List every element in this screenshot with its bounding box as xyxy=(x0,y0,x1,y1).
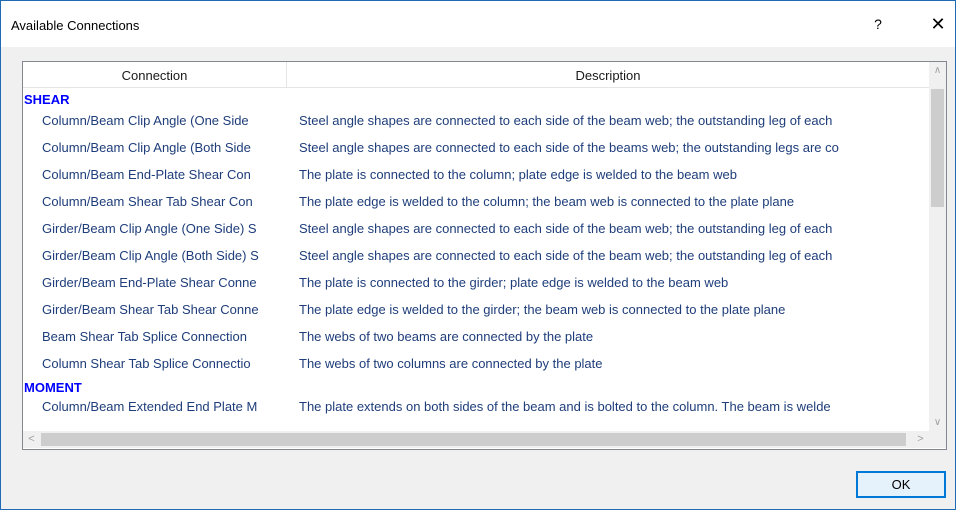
description-cell: The plate edge is welded to the column; … xyxy=(299,194,795,209)
list-item[interactable]: Column/Beam Extended End Plate M The pla… xyxy=(23,395,929,417)
list-header: Connection Description xyxy=(23,62,929,88)
connection-cell: Girder/Beam End-Plate Shear Conne xyxy=(42,275,257,290)
description-cell: Steel angle shapes are connected to each… xyxy=(299,221,833,236)
connection-cell: Column/Beam Extended End Plate M xyxy=(42,399,258,414)
scroll-left-icon[interactable]: < xyxy=(23,431,40,448)
connection-cell: Column/Beam Clip Angle (One Side xyxy=(42,113,249,128)
scroll-up-icon[interactable]: ∧ xyxy=(929,62,946,79)
description-cell: The webs of two beams are connected by t… xyxy=(299,329,594,344)
connections-list[interactable]: Connection Description SHEAR Column/Beam… xyxy=(22,61,947,450)
connection-cell: Column/Beam Clip Angle (Both Side xyxy=(42,140,251,155)
title-bar: Available Connections ? ✕ xyxy=(1,1,955,47)
list-item[interactable]: Column/Beam End-Plate Shear Con The plat… xyxy=(23,161,929,188)
list-item[interactable]: Column/Beam Clip Angle (One Side Steel a… xyxy=(23,107,929,134)
available-connections-dialog: Available Connections ? ✕ Connection Des… xyxy=(0,0,956,510)
connection-cell: Column/Beam End-Plate Shear Con xyxy=(42,167,251,182)
description-cell: Steel angle shapes are connected to each… xyxy=(299,248,833,263)
connection-cell: Girder/Beam Clip Angle (Both Side) S xyxy=(42,248,259,263)
vertical-scroll-thumb[interactable] xyxy=(931,89,944,207)
group-header-moment: MOMENT xyxy=(24,380,82,395)
connection-cell: Column/Beam Shear Tab Shear Con xyxy=(42,194,253,209)
list-item[interactable]: Beam Shear Tab Splice Connection The web… xyxy=(23,323,929,350)
help-button[interactable]: ? xyxy=(861,9,895,39)
list-item[interactable]: Girder/Beam Clip Angle (Both Side) S Ste… xyxy=(23,242,929,269)
description-cell: The plate is connected to the girder; pl… xyxy=(299,275,729,290)
list-item[interactable]: Girder/Beam Shear Tab Shear Conne The pl… xyxy=(23,296,929,323)
column-header-connection[interactable]: Connection xyxy=(23,62,287,87)
list-rows: SHEAR Column/Beam Clip Angle (One Side S… xyxy=(23,92,929,430)
ok-button[interactable]: OK xyxy=(856,471,946,498)
horizontal-scrollbar[interactable]: < > xyxy=(23,431,929,448)
description-cell: The plate extends on both sides of the b… xyxy=(299,399,831,414)
connection-cell: Beam Shear Tab Splice Connection xyxy=(42,329,247,344)
connection-cell: Girder/Beam Shear Tab Shear Conne xyxy=(42,302,259,317)
list-item[interactable]: Column/Beam Clip Angle (Both Side Steel … xyxy=(23,134,929,161)
horizontal-scroll-thumb[interactable] xyxy=(41,433,906,446)
column-header-description[interactable]: Description xyxy=(287,62,929,87)
group-header-shear: SHEAR xyxy=(24,92,70,107)
description-cell: Steel angle shapes are connected to each… xyxy=(299,140,839,155)
scroll-down-icon[interactable]: ∨ xyxy=(929,414,946,431)
connection-cell: Column Shear Tab Splice Connectio xyxy=(42,356,251,371)
description-cell: Steel angle shapes are connected to each… xyxy=(299,113,833,128)
list-item[interactable]: Girder/Beam End-Plate Shear Conne The pl… xyxy=(23,269,929,296)
description-cell: The webs of two columns are connected by… xyxy=(299,356,603,371)
list-item[interactable]: Column/Beam Shear Tab Shear Con The plat… xyxy=(23,188,929,215)
list-item[interactable]: Column Shear Tab Splice Connectio The we… xyxy=(23,350,929,377)
description-cell: The plate is connected to the column; pl… xyxy=(299,167,737,182)
vertical-scrollbar[interactable]: ∧ ∨ xyxy=(929,62,946,431)
scrollbar-corner xyxy=(929,431,946,448)
description-cell: The plate edge is welded to the girder; … xyxy=(299,302,786,317)
connection-cell: Girder/Beam Clip Angle (One Side) S xyxy=(42,221,257,236)
close-button[interactable]: ✕ xyxy=(921,9,955,39)
list-item[interactable]: Girder/Beam Clip Angle (One Side) S Stee… xyxy=(23,215,929,242)
dialog-title: Available Connections xyxy=(11,18,140,33)
scroll-right-icon[interactable]: > xyxy=(912,431,929,448)
